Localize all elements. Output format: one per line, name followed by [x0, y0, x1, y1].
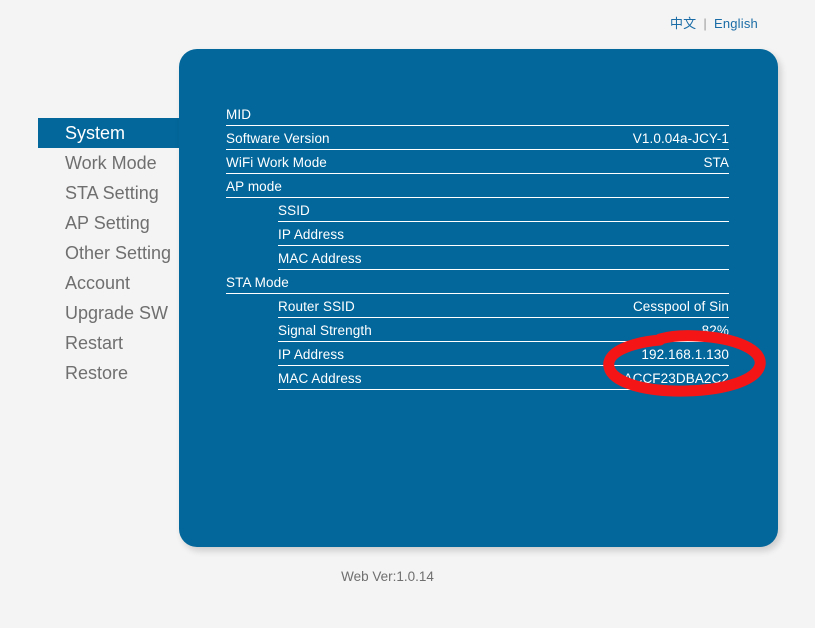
- info-row-ap-ip-address: IP Address: [278, 222, 729, 246]
- sidebar-item-label: Work Mode: [65, 153, 157, 173]
- info-row-value: Cesspool of Sin: [632, 299, 729, 314]
- language-link-english[interactable]: English: [714, 16, 758, 31]
- sidebar-item-restore[interactable]: Restore: [0, 358, 179, 388]
- sidebar-item-label: Account: [65, 273, 131, 293]
- info-row-value: STA: [703, 155, 729, 170]
- info-row-router-ssid: Router SSID Cesspool of Sin: [278, 294, 729, 318]
- info-row-mid: MID: [226, 102, 729, 126]
- sidebar-item-label: System: [65, 123, 126, 143]
- info-row-sta-ip-address: IP Address 192.168.1.130: [278, 342, 729, 366]
- sidebar-item-label: Restore: [65, 363, 129, 383]
- info-row-label: Software Version: [226, 131, 330, 146]
- sidebar-item-sta-setting[interactable]: STA Setting: [0, 178, 179, 208]
- sidebar-nav: System Work Mode STA Setting AP Setting …: [0, 118, 179, 388]
- sidebar-item-label: Other Setting: [65, 243, 172, 263]
- sidebar-item-upgrade-sw[interactable]: Upgrade SW: [0, 298, 179, 328]
- sidebar-item-label: AP Setting: [65, 213, 150, 233]
- info-row-ap-mac-address: MAC Address: [278, 246, 729, 270]
- sidebar-item-label: Restart: [65, 333, 124, 353]
- sidebar-item-label: STA Setting: [65, 183, 159, 203]
- info-section-ap-mode: AP mode: [226, 174, 729, 198]
- sidebar-item-system[interactable]: System: [38, 118, 179, 148]
- system-info-rows: MID Software Version V1.0.04a-JCY-1 WiFi…: [226, 102, 729, 390]
- sidebar-item-label: Upgrade SW: [65, 303, 169, 323]
- info-row-ap-ssid: SSID: [278, 198, 729, 222]
- sidebar-item-work-mode[interactable]: Work Mode: [0, 148, 179, 178]
- language-link-chinese[interactable]: 中文: [670, 16, 696, 31]
- sidebar-item-ap-setting[interactable]: AP Setting: [0, 208, 179, 238]
- info-row-label: Signal Strength: [278, 323, 372, 338]
- info-row-software-version: Software Version V1.0.04a-JCY-1: [226, 126, 729, 150]
- web-version-label: Web Ver:1.0.14: [341, 569, 434, 584]
- sidebar-item-account[interactable]: Account: [0, 268, 179, 298]
- info-row-value: 192.168.1.130: [641, 347, 729, 362]
- info-row-value: V1.0.04a-JCY-1: [632, 131, 729, 146]
- info-row-label: AP mode: [226, 179, 282, 194]
- info-row-sta-mac-address: MAC Address ACCF23DBA2C2: [278, 366, 729, 390]
- info-section-sta-mode: STA Mode: [226, 270, 729, 294]
- language-separator: |: [703, 16, 707, 31]
- system-info-panel: MID Software Version V1.0.04a-JCY-1 WiFi…: [179, 49, 778, 547]
- info-row-label: IP Address: [278, 347, 345, 362]
- info-row-label: WiFi Work Mode: [226, 155, 327, 170]
- info-row-value: ACCF23DBA2C2: [623, 371, 729, 386]
- info-row-label: MAC Address: [278, 251, 362, 266]
- info-row-label: STA Mode: [226, 275, 289, 290]
- sidebar-item-other-setting[interactable]: Other Setting: [0, 238, 179, 268]
- info-row-label: IP Address: [278, 227, 345, 242]
- info-row-label: MID: [226, 107, 252, 122]
- language-selector: 中文 | English: [670, 14, 758, 34]
- info-row-label: SSID: [278, 203, 310, 218]
- info-row-signal-strength: Signal Strength 82%: [278, 318, 729, 342]
- info-row-wifi-work-mode: WiFi Work Mode STA: [226, 150, 729, 174]
- sidebar-item-restart[interactable]: Restart: [0, 328, 179, 358]
- info-row-label: MAC Address: [278, 371, 362, 386]
- info-row-label: Router SSID: [278, 299, 355, 314]
- info-row-value: 82%: [701, 323, 729, 338]
- footer: Web Ver:1.0.14: [0, 569, 815, 584]
